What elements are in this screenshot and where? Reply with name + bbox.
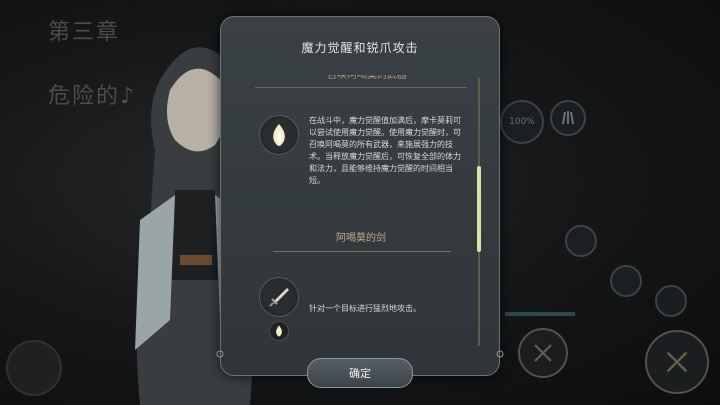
- claw-skill-icon: [550, 100, 586, 136]
- chapter-title: 第三章: [48, 20, 121, 45]
- pet-portrait-icon: [6, 340, 62, 396]
- dialog-scrollbar-thumb[interactable]: [477, 166, 481, 252]
- section-divider: [273, 251, 451, 252]
- confirm-button[interactable]: 确定: [307, 358, 413, 388]
- hud-skill-icon: [565, 225, 597, 257]
- dialog-title: 魔力觉醒和锐爪攻击: [301, 41, 419, 55]
- section-heading-summon: 召唤阿喝莫的武器: [327, 75, 407, 81]
- hud-skill-icon: [610, 265, 642, 297]
- section-heading-sword: 阿喝莫的剑: [336, 233, 386, 244]
- attack-button-icon: [518, 328, 568, 378]
- flame-crystal-icon: [259, 115, 299, 155]
- corner-ornament-icon: [216, 350, 224, 358]
- hud-percent-label: 100%: [509, 117, 535, 127]
- flame-crystal-icon: [269, 321, 289, 341]
- section-divider: [255, 87, 467, 88]
- hud-skill-icon: [655, 285, 687, 317]
- main-attack-icon: [645, 330, 709, 394]
- hud-percent-gauge: 100%: [500, 100, 544, 144]
- dialog-scroll-area[interactable]: 召唤阿喝莫的武器 在战斗中，魔力觉醒值加满后，摩卡莫莉可以尝试使用魔力觉醒。使用…: [237, 75, 485, 365]
- sword-icon: [259, 277, 299, 317]
- corner-ornament-icon: [496, 350, 504, 358]
- hud-hp-bar: [505, 312, 575, 316]
- sword-description: 针对一个目标进行猛烈地攻击。: [309, 304, 421, 313]
- summon-description: 在战斗中，魔力觉醒值加满后，摩卡莫莉可以尝试使用魔力觉醒。使用魔力觉醒时，可召唤…: [309, 116, 461, 185]
- skill-info-dialog: 魔力觉醒和锐爪攻击 召唤阿喝莫的武器 在战斗中，魔力觉醒值加满后，摩卡莫莉可以尝…: [220, 16, 500, 376]
